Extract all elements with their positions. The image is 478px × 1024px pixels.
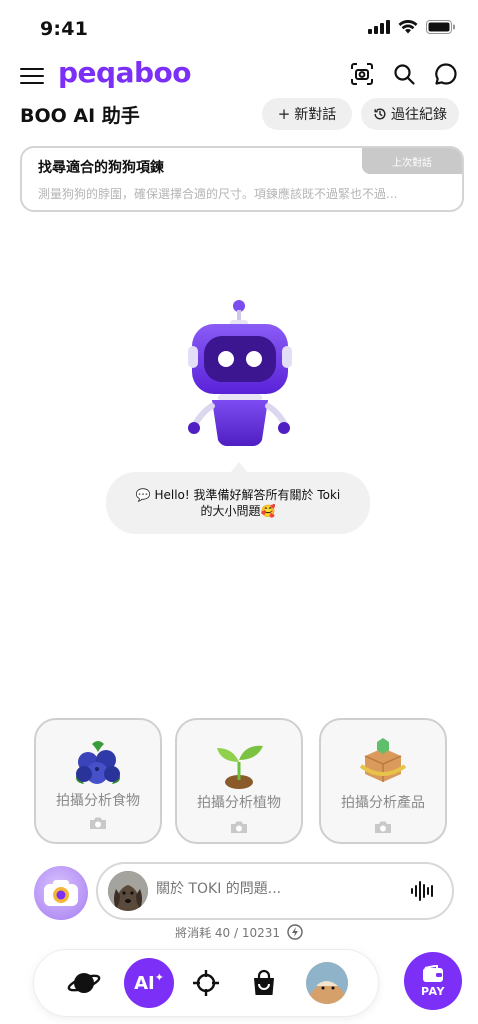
- sparkle-icon: ✦: [154, 970, 164, 984]
- smile-emoji-icon: 🥰: [260, 504, 276, 518]
- planet-icon[interactable]: [62, 961, 106, 1005]
- token-usage: 將消耗 40 / 10231: [0, 924, 478, 941]
- status-icons: [368, 20, 456, 34]
- battery-icon: [426, 20, 455, 34]
- analyze-plant-label: 拍攝分析植物: [197, 795, 281, 811]
- analyze-plant-card[interactable]: 拍攝分析植物: [175, 718, 303, 844]
- ai-tab-label: AI: [134, 972, 155, 994]
- wallet-icon: [423, 964, 443, 982]
- robot-mascot-icon: [188, 300, 292, 446]
- page-title: BOO AI 助手: [20, 105, 140, 127]
- analyze-food-label: 拍攝分析食物: [56, 793, 140, 809]
- new-chat-button[interactable]: + 新對話: [262, 98, 352, 130]
- shopping-bag-icon[interactable]: [242, 961, 286, 1005]
- camera-icon: [90, 817, 106, 829]
- crosshair-icon[interactable]: [184, 961, 228, 1005]
- greeting-line-1: Hello! 我準備好解答所有關於 Toki: [154, 488, 341, 502]
- voice-wave-icon[interactable]: [410, 880, 436, 902]
- scan-camera-icon[interactable]: [348, 60, 376, 88]
- assistant-speech-bubble: 💬 Hello! 我準備好解答所有關於 Toki 的大小問題🥰: [106, 462, 370, 534]
- history-clock-icon: [374, 108, 386, 120]
- pay-button[interactable]: PAY: [404, 952, 462, 1010]
- question-input-bar[interactable]: [96, 862, 454, 920]
- pay-label: PAY: [421, 984, 445, 998]
- speech-bubble-icon: 💬: [135, 488, 155, 502]
- clock: 9:41: [40, 18, 89, 40]
- menu-icon[interactable]: [20, 65, 44, 87]
- wifi-icon: [398, 20, 418, 34]
- token-usage-text: 將消耗 40 / 10231: [175, 926, 281, 940]
- plus-icon: +: [277, 105, 291, 123]
- history-button[interactable]: 過往紀錄: [361, 98, 459, 130]
- camera-icon: [375, 821, 391, 833]
- bottom-nav: AI ✦: [34, 950, 378, 1016]
- sprout-icon: [177, 734, 301, 790]
- blueberry-icon: [36, 734, 160, 790]
- chat-bubble-icon[interactable]: [432, 60, 460, 88]
- previous-chat-preview: 測量狗狗的脖圍，確保選擇合適的尺寸。項鍊應該既不過緊也不過...: [38, 187, 398, 201]
- camera-button[interactable]: [34, 866, 88, 920]
- history-label: 過往紀錄: [391, 107, 447, 123]
- app-logo[interactable]: peqaboo: [58, 56, 192, 89]
- top-nav: peqaboo: [0, 56, 478, 96]
- camera-icon: [44, 880, 78, 906]
- user-avatar[interactable]: [306, 962, 348, 1004]
- analyze-product-label: 拍攝分析產品: [341, 795, 425, 811]
- status-bar: 9:41: [0, 0, 478, 56]
- new-chat-label: 新對話: [294, 107, 337, 123]
- camera-icon: [231, 821, 247, 833]
- analyze-food-card[interactable]: 拍攝分析食物: [34, 718, 162, 844]
- pet-avatar[interactable]: [108, 871, 148, 911]
- top-nav-actions: [348, 60, 460, 88]
- previous-chat-tag: 上次對話: [362, 148, 462, 174]
- search-icon[interactable]: [390, 60, 418, 88]
- question-input[interactable]: [156, 881, 396, 897]
- previous-chat-title: 找尋適合的狗狗項鍊: [38, 160, 164, 176]
- analyze-product-card[interactable]: 拍攝分析產品: [319, 718, 447, 844]
- lightning-icon: [287, 924, 303, 940]
- signal-icon: [368, 20, 390, 34]
- ai-assistant-tab[interactable]: AI ✦: [124, 958, 174, 1008]
- previous-chat-card[interactable]: 上次對話 找尋適合的狗狗項鍊 測量狗狗的脖圍，確保選擇合適的尺寸。項鍊應該既不過…: [20, 146, 464, 212]
- title-row: BOO AI 助手 + 新對話 過往紀錄: [0, 98, 478, 130]
- product-box-icon: [321, 734, 445, 790]
- greeting-line-2: 的大小問題: [200, 504, 261, 518]
